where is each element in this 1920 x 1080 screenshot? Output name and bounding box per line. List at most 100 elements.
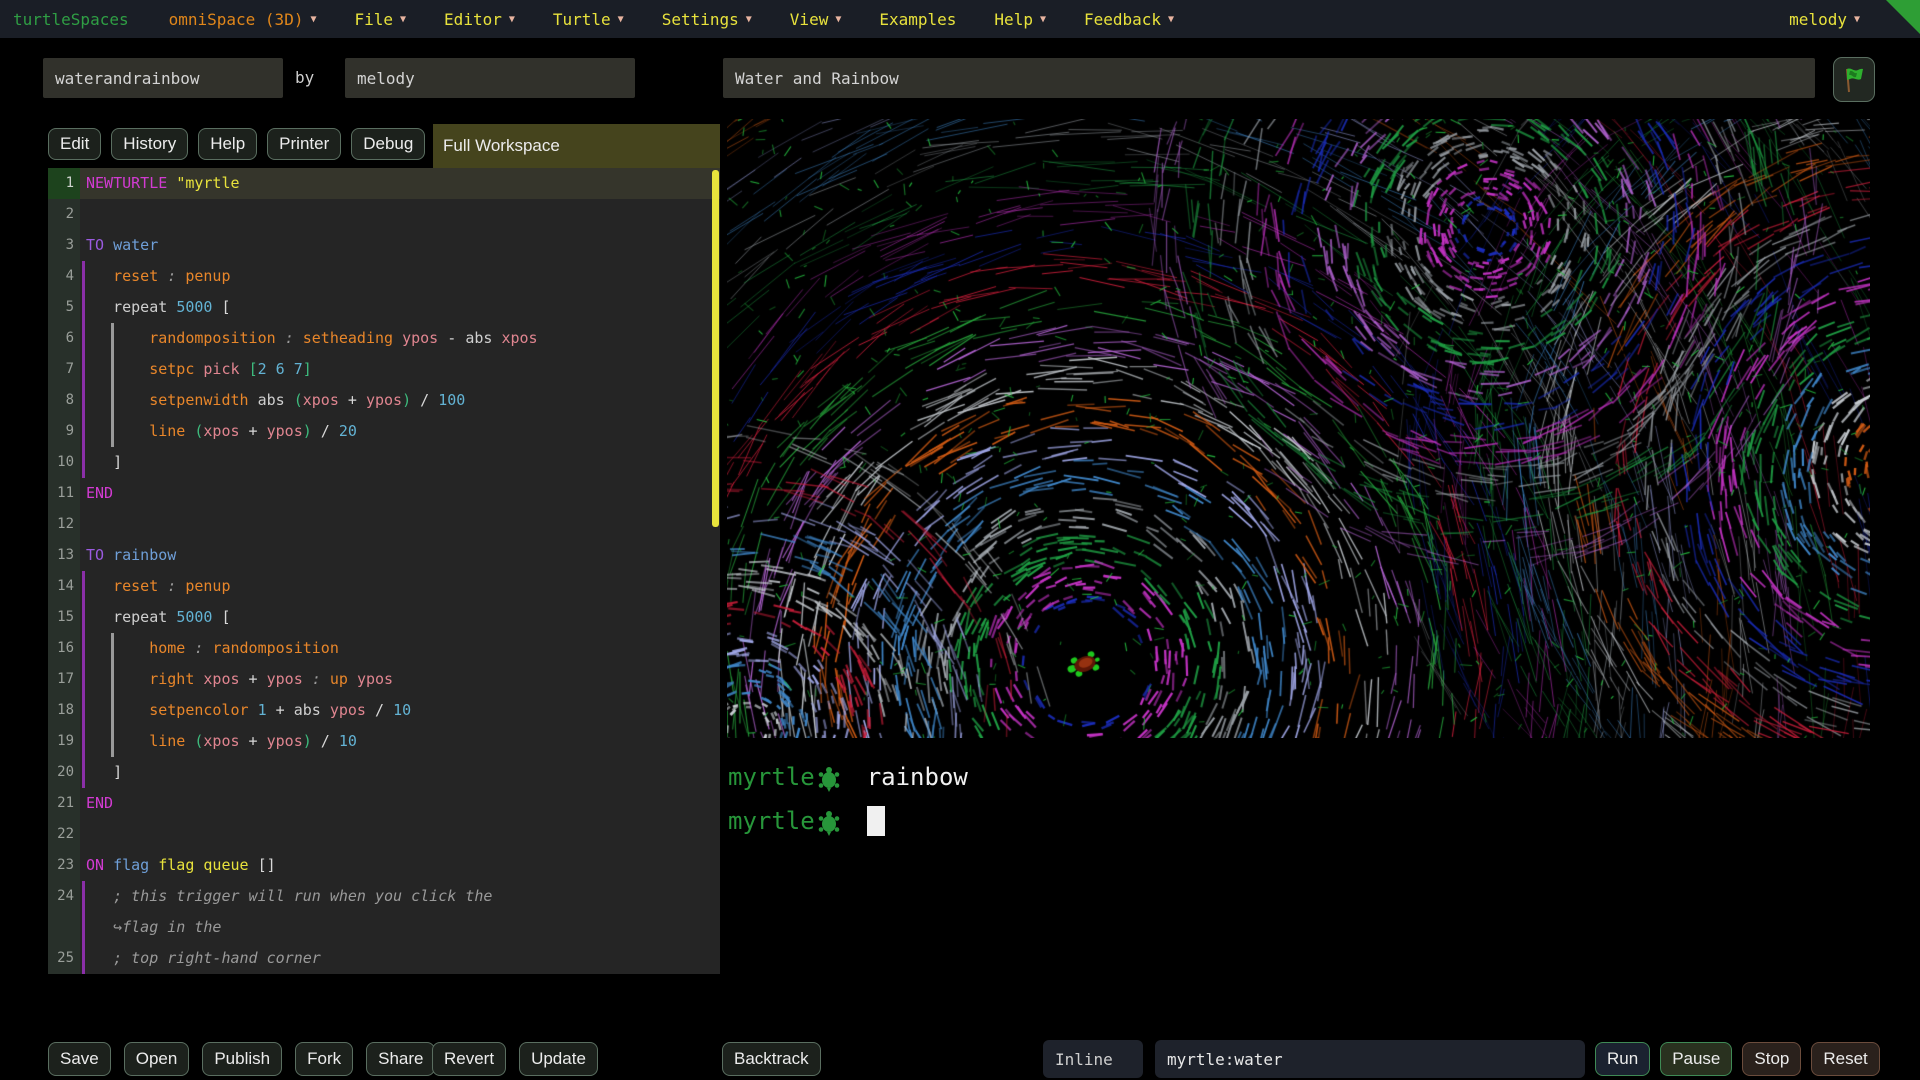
workspace-select[interactable]: Full Workspace: [433, 124, 720, 168]
code-text: END: [80, 788, 720, 819]
indent-guide: [82, 571, 85, 602]
line-number: 9: [48, 416, 80, 447]
code-editor[interactable]: 1NEWTURTLE "myrtle23TO water4 reset : pe…: [48, 168, 720, 974]
code-line-22: 22: [48, 819, 720, 850]
indent-guide: [82, 943, 85, 974]
chevron-down-icon: ▼: [1168, 14, 1174, 25]
by-label: by: [295, 58, 314, 98]
code-line-2: 2: [48, 199, 720, 230]
chevron-down-icon: ▼: [1040, 14, 1046, 25]
menu-item-editor[interactable]: Editor ▼: [444, 10, 515, 29]
menu-item-turtle[interactable]: Turtle▼: [553, 10, 624, 29]
line-number: 1: [48, 168, 80, 199]
line-number: 21: [48, 788, 80, 819]
console-input-line[interactable]: myrtle: [728, 804, 885, 838]
mode-select[interactable]: Inline: [1043, 1040, 1143, 1078]
user-menu-label: melody: [1789, 10, 1847, 29]
line-number: 25: [48, 943, 80, 974]
update-button[interactable]: Update: [519, 1042, 598, 1076]
backtrack-button[interactable]: Backtrack: [722, 1042, 821, 1076]
chevron-down-icon: ▼: [1854, 14, 1860, 25]
menu-item-examples[interactable]: Examples: [879, 10, 956, 29]
console-cursor: [867, 806, 885, 836]
chevron-down-icon: ▼: [509, 14, 515, 25]
editor-tabs: Edit History Help Printer Debug: [48, 128, 425, 160]
turtlespaces-app: turtleSpaces omniSpace (3D)▼ File▼ Editor ▼…: [0, 0, 1920, 1080]
menu-item-label: Turtle: [553, 10, 611, 29]
chevron-down-icon: ▼: [746, 14, 752, 25]
publish-button[interactable]: Publish: [202, 1042, 282, 1076]
pause-button[interactable]: Pause: [1660, 1042, 1732, 1076]
project-name-input[interactable]: [43, 58, 283, 98]
code-line-5: 5 repeat 5000 [: [48, 292, 720, 323]
line-number: 12: [48, 509, 80, 540]
menu-item-label: Editor: [444, 10, 502, 29]
code-line-4: 4 reset : penup: [48, 261, 720, 292]
menu-item-settings[interactable]: Settings▼: [662, 10, 752, 29]
save-button[interactable]: Save: [48, 1042, 111, 1076]
line-number: 23: [48, 850, 80, 881]
line-number: 10: [48, 447, 80, 478]
code-line-20: 20 ]: [48, 757, 720, 788]
line-number: 24: [48, 881, 80, 912]
code-text: [80, 509, 720, 540]
reset-button[interactable]: Reset: [1811, 1042, 1879, 1076]
open-button[interactable]: Open: [124, 1042, 190, 1076]
menu-item-omnispace-3d-[interactable]: omniSpace (3D)▼: [169, 10, 317, 29]
menu-item-label: View: [790, 10, 829, 29]
run-button[interactable]: Run: [1595, 1042, 1650, 1076]
command-input[interactable]: [1155, 1040, 1585, 1078]
indent-guide: [82, 354, 85, 385]
menu-item-view[interactable]: View▼: [790, 10, 842, 29]
code-line-9: 9 line (xpos + ypos) / 20: [48, 416, 720, 447]
run-flag-button[interactable]: [1833, 57, 1875, 102]
share-button[interactable]: Share: [366, 1042, 435, 1076]
line-number: 2: [48, 199, 80, 230]
menu-item-file[interactable]: File▼: [354, 10, 406, 29]
console-prompt: myrtle: [728, 807, 815, 835]
stop-button[interactable]: Stop: [1742, 1042, 1801, 1076]
code-line-1: 1NEWTURTLE "myrtle: [48, 168, 720, 199]
code-line-24: 24 ; this trigger will run when you clic…: [48, 881, 720, 912]
turtle-prompt-icon: [817, 766, 841, 792]
code-line-14: 14 reset : penup: [48, 571, 720, 602]
line-number: 15: [48, 602, 80, 633]
tab-history[interactable]: History: [111, 128, 188, 160]
menu-item-help[interactable]: Help▼: [994, 10, 1046, 29]
tab-help[interactable]: Help: [198, 128, 257, 160]
indent-guide: [82, 757, 85, 788]
user-menu[interactable]: melody ▼: [1789, 0, 1860, 38]
tab-edit[interactable]: Edit: [48, 128, 101, 160]
indent-guide: [82, 447, 85, 478]
code-text: line (xpos + ypos) / 10: [80, 726, 720, 757]
line-number: 11: [48, 478, 80, 509]
revert-button[interactable]: Revert: [432, 1042, 506, 1076]
code-line-7: 7 setpc pick [2 6 7]: [48, 354, 720, 385]
author-input[interactable]: [345, 58, 635, 98]
indent-guide: [111, 354, 114, 385]
turtle-prompt-icon: [817, 810, 841, 836]
indent-guide: [111, 416, 114, 447]
code-line-10: 10 ]: [48, 447, 720, 478]
line-number: 8: [48, 385, 80, 416]
indent-guide: [82, 695, 85, 726]
code-text: NEWTURTLE "myrtle: [80, 168, 720, 199]
fork-button[interactable]: Fork: [295, 1042, 353, 1076]
menu-item-feedback[interactable]: Feedback▼: [1084, 10, 1174, 29]
code-line-8: 8 setpenwidth abs (xpos + ypos) / 100: [48, 385, 720, 416]
line-number: 22: [48, 819, 80, 850]
tab-debug[interactable]: Debug: [351, 128, 425, 160]
brand-logo: turtleSpaces: [13, 10, 129, 29]
code-text: setpc pick [2 6 7]: [80, 354, 720, 385]
corner-flag-trigger[interactable]: [1886, 0, 1920, 34]
indent-guide: [82, 292, 85, 323]
code-line-11: 11END: [48, 478, 720, 509]
line-number: 17: [48, 664, 80, 695]
turtle-canvas[interactable]: [727, 119, 1870, 738]
tab-printer[interactable]: Printer: [267, 128, 341, 160]
project-title-input[interactable]: [723, 58, 1815, 98]
code-line-23: 23ON flag flag queue []: [48, 850, 720, 881]
code-line-wrap: ↪flag in the: [48, 912, 720, 943]
editor-scrollbar[interactable]: [712, 170, 719, 527]
code-text: [80, 819, 720, 850]
